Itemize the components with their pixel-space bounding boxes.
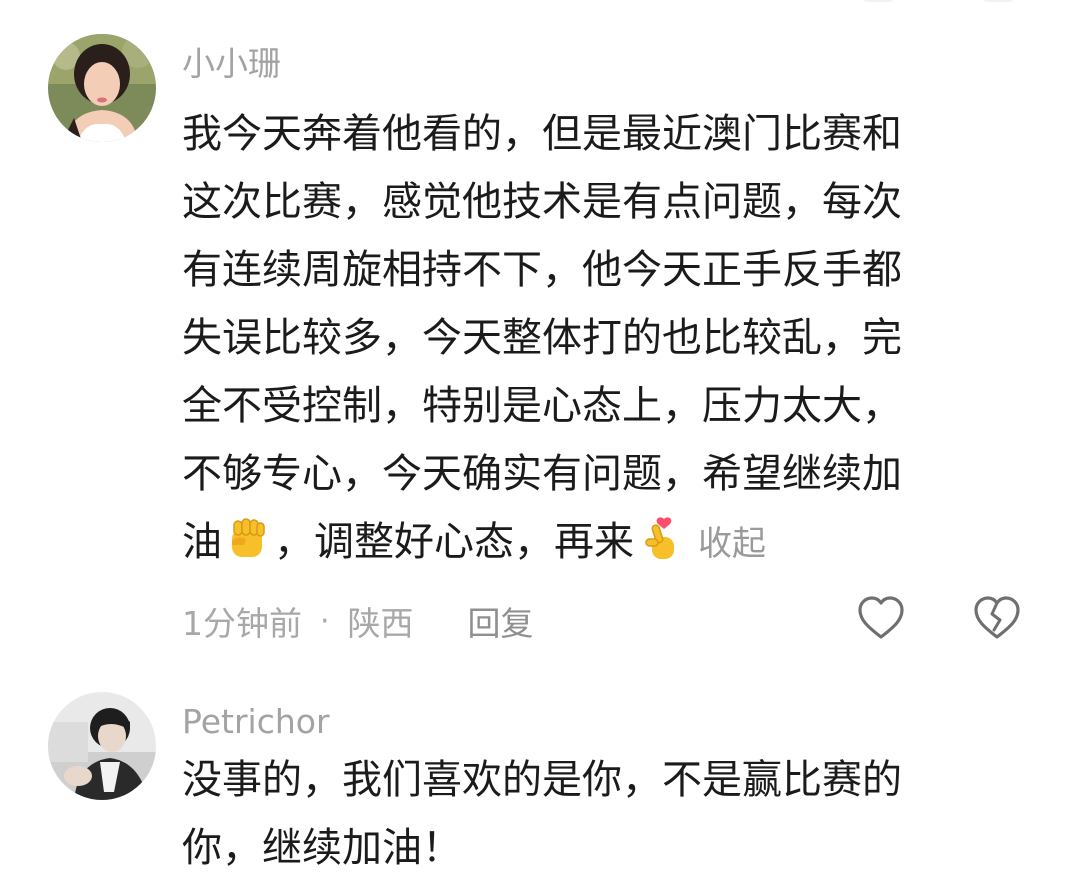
comment-line: 没事的，我们喜欢的是你，不是赢比赛的	[182, 757, 902, 803]
comment-line: 有连续周旋相持不下，他今天正手反手都	[182, 247, 902, 293]
top-edge-controls	[840, 0, 1040, 4]
crossed-fingers-heart-emoji-icon	[636, 515, 684, 563]
comment-text: 没事的，我们喜欢的是你，不是赢比赛的 你，继续加油！	[182, 746, 1012, 882]
comment-line: 失误比较多，今天整体打的也比较乱，完	[182, 315, 902, 361]
comment-line: 这次比赛，感觉他技术是有点问题，每次	[182, 179, 902, 225]
avatar[interactable]	[48, 34, 156, 142]
comment-line: 油 ，调整好心态，再来 收起	[182, 508, 1012, 578]
top-edge-button	[860, 0, 896, 2]
reply-button[interactable]: 回复	[468, 597, 534, 645]
top-edge-button	[980, 0, 1016, 2]
like-button[interactable]	[856, 594, 906, 644]
avatar[interactable]	[48, 692, 156, 800]
comment-text-segment: 油	[182, 519, 222, 565]
comment-line: 全不受控制，特别是心态上，压力太大，	[182, 383, 902, 429]
dislike-button[interactable]	[972, 594, 1022, 644]
comment-author[interactable]: Petrichor	[182, 702, 330, 742]
raised-fist-emoji-icon	[224, 515, 272, 563]
comment-line: 我今天奔着他看的，但是最近澳门比赛和	[182, 111, 902, 157]
collapse-link[interactable]: 收起	[698, 524, 766, 564]
comment-meta: 1分钟前 · 陕西 回复	[182, 598, 534, 644]
comment-location: 陕西	[347, 604, 414, 643]
comment-line: 不够专心，今天确实有问题，希望继续加	[182, 451, 902, 497]
comment-line: 你，继续加油！	[182, 825, 462, 871]
meta-separator: ·	[320, 603, 330, 639]
comment-time: 1分钟前	[182, 604, 302, 643]
broken-heart-icon	[972, 596, 1022, 648]
comment-text-segment: ，调整好心态，再来	[274, 519, 634, 565]
heart-icon	[856, 596, 906, 648]
comment-text: 我今天奔着他看的，但是最近澳门比赛和 这次比赛，感觉他技术是有点问题，每次 有连…	[182, 100, 1012, 578]
comment-author[interactable]: 小小珊	[182, 44, 281, 84]
